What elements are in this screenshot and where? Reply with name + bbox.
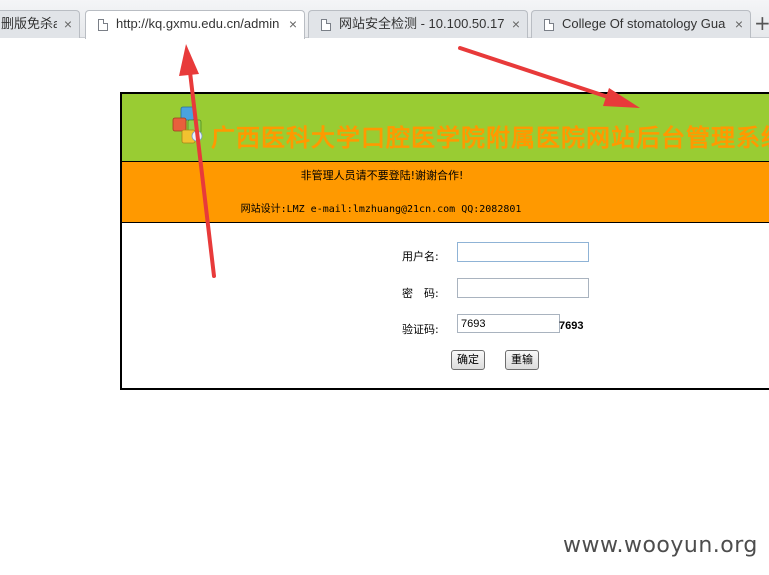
reset-button[interactable]: 重输 — [505, 350, 539, 370]
tab-title: http://kq.gxmu.edu.cn/admin — [116, 16, 280, 31]
notice-warning-text: 非管理人员请不要登陆!谢谢合作! — [300, 169, 464, 182]
password-label: 密 码: — [402, 287, 439, 300]
browser-tab-strip: 删版免杀a × http://kq.gxmu.edu.cn/admin × 网站… — [0, 0, 769, 39]
login-frame: 广西医科大学口腔医学院附属医院网站后台管理系统 非管理人员请不要登陆!谢谢合作!… — [120, 92, 769, 390]
password-input[interactable] — [457, 278, 589, 298]
close-icon[interactable]: × — [735, 11, 743, 37]
notice-bar: 非管理人员请不要登陆!谢谢合作! 网站设计:LMZ e-mail:lmzhuan… — [122, 162, 769, 223]
close-icon[interactable]: × — [64, 11, 72, 37]
close-icon[interactable]: × — [512, 11, 520, 37]
site-title: 广西医科大学口腔医学院附属医院网站后台管理系统 — [211, 123, 769, 152]
browser-tab[interactable]: 网站安全检测 - 10.100.50.170 × — [308, 10, 528, 38]
cubes-logo-icon — [172, 106, 203, 144]
login-form: 用户名: 密 码: 验证码: 7693 确定 重输 — [122, 224, 769, 388]
captcha-image: 7693 — [559, 320, 584, 332]
designer-credit-text: 网站设计:LMZ e-mail:lmzhuang@21cn.com QQ:208… — [240, 204, 522, 215]
site-banner: 广西医科大学口腔医学院附属医院网站后台管理系统 — [122, 94, 769, 162]
submit-button[interactable]: 确定 — [451, 350, 485, 370]
close-icon[interactable]: × — [289, 11, 297, 37]
tab-title: 删版免杀a — [1, 16, 57, 31]
watermark-text: www.wooyun.org — [563, 533, 758, 558]
browser-tab[interactable]: 删版免杀a × — [0, 10, 80, 38]
page-icon — [544, 19, 554, 31]
username-input[interactable] — [457, 242, 589, 262]
username-label: 用户名: — [402, 250, 439, 263]
page-icon — [321, 19, 331, 31]
captcha-label: 验证码: — [402, 323, 439, 336]
page-icon — [98, 19, 108, 31]
new-tab-button[interactable]: + — [754, 12, 769, 36]
captcha-input[interactable] — [457, 314, 560, 333]
browser-tab-active[interactable]: http://kq.gxmu.edu.cn/admin × — [85, 10, 305, 39]
tab-title: 网站安全检测 - 10.100.50.170 — [339, 16, 505, 31]
browser-tab[interactable]: College Of stomatology Gua × — [531, 10, 751, 38]
tab-title: College Of stomatology Gua — [562, 16, 726, 31]
